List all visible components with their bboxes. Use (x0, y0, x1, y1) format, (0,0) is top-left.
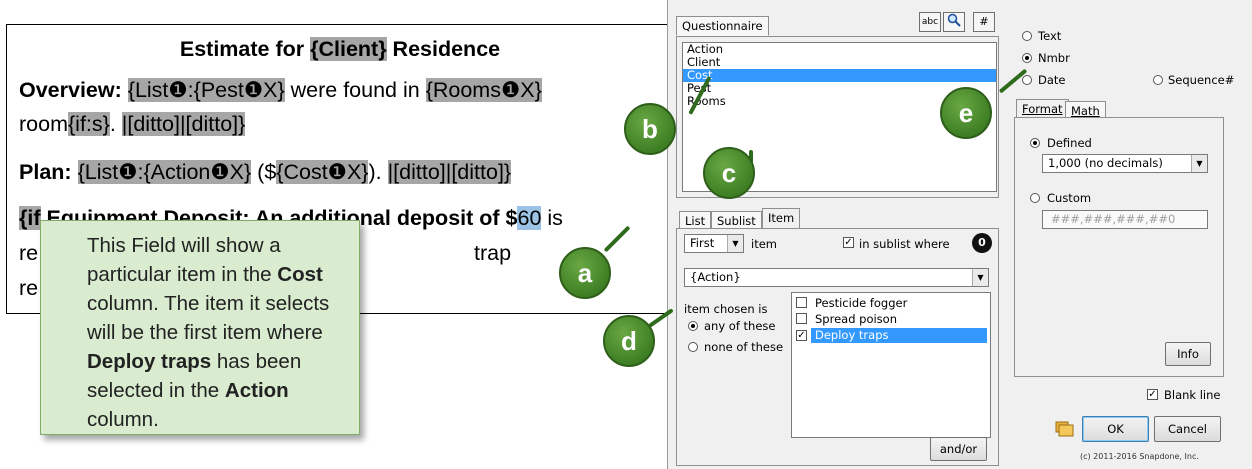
client-field[interactable]: {Client} (310, 37, 387, 61)
option-label[interactable]: Pesticide fogger (815, 296, 907, 310)
nmbr-radio-label: Nmbr (1038, 51, 1070, 65)
sequence-radio[interactable] (1153, 75, 1163, 85)
rooms-field[interactable]: {Rooms❶X} (425, 78, 542, 102)
item-position-select[interactable]: First ▼ (684, 234, 744, 253)
document-title: Estimate for {Client} Residence (179, 37, 501, 61)
equipment-line-2: re trap (19, 241, 512, 265)
search-icon[interactable] (943, 12, 965, 32)
defined-radio[interactable] (1030, 138, 1040, 148)
nmbr-radio[interactable] (1022, 53, 1032, 63)
cancel-button[interactable]: Cancel (1154, 416, 1221, 442)
tab-item[interactable]: Item (762, 208, 801, 229)
tab-questionnaire[interactable]: Questionnaire (676, 16, 769, 36)
ok-button[interactable]: OK (1082, 416, 1149, 442)
option-label[interactable]: Spread poison (815, 312, 897, 326)
any-of-these-radio[interactable] (688, 321, 698, 331)
info-button[interactable]: Info (1165, 342, 1211, 366)
overview-line: Overview: {List❶:{Pest❶X} were found in … (19, 78, 542, 102)
blank-line-checkbox[interactable]: ✓ (1147, 389, 1158, 400)
callout-text: This Field will show a particular item i… (87, 234, 330, 431)
bubble-c: c (703, 147, 755, 199)
bubble-b: b (624, 103, 676, 155)
custom-format-input[interactable]: ###,###,###,##0 (1042, 210, 1208, 229)
none-of-these-radio[interactable] (688, 342, 698, 352)
item-label: item (751, 237, 777, 251)
bubble-a: a (559, 247, 611, 299)
field-dialog: Questionnaire abc # Action Client Cost P… (667, 0, 1252, 469)
if-equipment-field[interactable]: {if (19, 206, 41, 230)
option-checkbox[interactable]: ✓ (796, 330, 807, 341)
ditto-field[interactable]: |[ditto]|[ditto]} (121, 112, 246, 136)
defined-label: Defined (1047, 136, 1092, 150)
abc-button[interactable]: abc (919, 12, 941, 32)
list-item[interactable]: Client (683, 56, 996, 69)
custom-label: Custom (1047, 191, 1092, 205)
overview-line-2: room{if:s}. |[ditto]|[ditto]} (19, 112, 246, 136)
option-checkbox[interactable] (796, 297, 807, 308)
action-select[interactable]: {Action} ▼ (684, 268, 989, 287)
none-of-these-label: none of these (704, 340, 784, 354)
option-label[interactable]: Deploy traps (815, 328, 889, 342)
and-or-button[interactable]: and/or (930, 437, 987, 461)
any-of-these-label: any of these (704, 319, 776, 333)
plan-ditto-field[interactable]: |[ditto]|[ditto]} (387, 160, 512, 184)
option-checkbox[interactable] (796, 313, 807, 324)
copyright-text: (c) 2011-2016 Snapdone, Inc. (1080, 452, 1199, 461)
in-sublist-label: in sublist where (859, 237, 950, 251)
date-radio[interactable] (1022, 75, 1032, 85)
blank-line-label: Blank line (1164, 388, 1221, 402)
chevron-down-icon: ▼ (1191, 155, 1207, 172)
explanation-callout: This Field will show a particular item i… (40, 220, 360, 435)
plan-line: Plan: {List❶:{Action❶X} (${Cost❶X}). |[d… (19, 160, 512, 184)
defined-format-select[interactable]: 1,000 (no decimals) ▼ (1042, 154, 1208, 173)
bubble-d: d (603, 315, 655, 367)
bubble-e: e (940, 87, 992, 139)
list-item[interactable]: Cost (683, 69, 996, 82)
folder-icon[interactable] (1054, 419, 1076, 439)
sequence-radio-label: Sequence# (1168, 73, 1235, 87)
hash-button[interactable]: # (973, 12, 995, 32)
sublist-number-badge[interactable]: 0 (972, 233, 992, 253)
date-radio-label: Date (1038, 73, 1066, 87)
custom-radio[interactable] (1030, 193, 1040, 203)
action-list-field[interactable]: {List❶:{Action❶X} (77, 160, 252, 184)
item-chosen-label: item chosen is (684, 302, 768, 316)
list-item[interactable]: Action (683, 43, 996, 56)
chevron-down-icon: ▼ (972, 269, 988, 286)
pest-list-field[interactable]: {List❶:{Pest❶X} (127, 78, 285, 102)
selected-cost-field[interactable]: 60 (517, 206, 542, 230)
cost-field[interactable]: {Cost❶X} (276, 160, 369, 184)
in-sublist-checkbox[interactable]: ✓ (843, 237, 854, 248)
equipment-line-3: re (19, 276, 39, 300)
text-radio-label: Text (1038, 29, 1062, 43)
if-s-field[interactable]: {if:s} (67, 112, 110, 136)
chevron-down-icon: ▼ (727, 235, 743, 252)
text-radio[interactable] (1022, 31, 1032, 41)
